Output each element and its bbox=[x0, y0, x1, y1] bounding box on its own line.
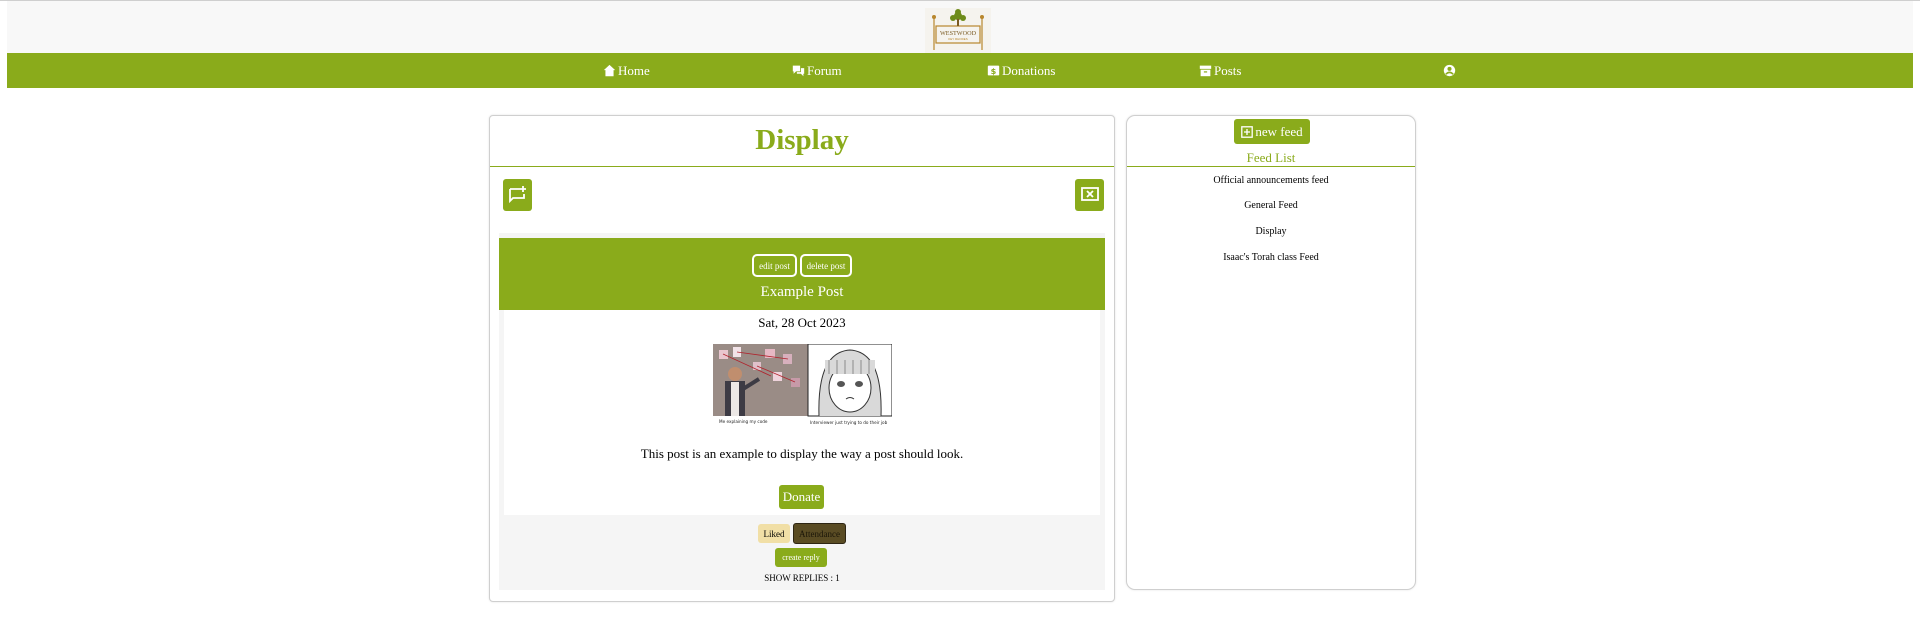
nav-donations-label: Donations bbox=[1002, 62, 1056, 78]
nav-forum[interactable]: Forum bbox=[792, 53, 842, 88]
feed-item-torah-class[interactable]: Isaac's Torah class Feed bbox=[1127, 252, 1415, 263]
forum-icon bbox=[792, 65, 805, 77]
logo-subtext: KEY RHODES bbox=[948, 37, 968, 41]
svg-text:$: $ bbox=[991, 66, 997, 76]
post-card: edit post delete post Example Post Sat, … bbox=[499, 233, 1105, 590]
new-feed-button[interactable]: new feed bbox=[1234, 119, 1310, 144]
add-post-icon bbox=[508, 186, 526, 204]
nav-profile[interactable] bbox=[1443, 53, 1456, 88]
attendance-label: Attendance bbox=[799, 528, 840, 539]
posts-icon bbox=[1199, 65, 1212, 77]
main-navbar: Home Forum $ Donations Posts bbox=[7, 53, 1913, 88]
home-icon bbox=[603, 64, 616, 77]
feed-list-divider bbox=[1127, 166, 1415, 167]
feed-panel: new feed Feed List Official announcement… bbox=[1126, 115, 1416, 590]
post-text: This post is an example to display the w… bbox=[640, 446, 964, 461]
page-title: Display bbox=[755, 124, 849, 156]
feed-list-title: Feed List bbox=[1246, 150, 1296, 165]
donate-button[interactable]: Donate bbox=[779, 485, 824, 509]
post-body: Sat, 28 Oct 2023 Me explaining my code I… bbox=[504, 310, 1100, 515]
title-divider bbox=[490, 166, 1114, 167]
post-date: Sat, 28 Oct 2023 bbox=[758, 315, 846, 330]
user-circle-icon bbox=[1443, 64, 1456, 77]
nav-home[interactable]: Home bbox=[603, 53, 650, 88]
feed-item-official-announcements[interactable]: Official announcements feed bbox=[1127, 175, 1415, 186]
plus-square-icon bbox=[1241, 125, 1254, 138]
nav-donations[interactable]: $ Donations bbox=[987, 53, 1055, 88]
show-replies-link[interactable]: SHOW REPLIES : 1 bbox=[499, 573, 1105, 583]
delete-post-button[interactable]: delete post bbox=[800, 254, 852, 277]
meme-caption-left: Me explaining my code bbox=[719, 419, 768, 424]
donations-icon: $ bbox=[987, 65, 1000, 76]
add-post-button[interactable] bbox=[503, 179, 532, 211]
feed-item-general[interactable]: General Feed bbox=[1127, 200, 1415, 211]
post-image[interactable]: Me explaining my code Interviewer just t… bbox=[713, 344, 892, 425]
nav-posts[interactable]: Posts bbox=[1199, 53, 1241, 88]
nav-home-label: Home bbox=[618, 62, 650, 78]
close-feed-icon bbox=[1080, 187, 1099, 201]
nav-posts-label: Posts bbox=[1214, 62, 1242, 78]
edit-post-button[interactable]: edit post bbox=[752, 254, 797, 277]
create-reply-button[interactable]: create reply bbox=[775, 548, 827, 567]
meme-caption-right: Interviewer just trying to do their job bbox=[810, 420, 888, 425]
nav-forum-label: Forum bbox=[807, 62, 842, 78]
post-title: Example Post bbox=[760, 284, 844, 300]
new-feed-label: new feed bbox=[1255, 123, 1303, 139]
logo-text: WESTWOOD bbox=[940, 30, 977, 37]
feed-item-display[interactable]: Display bbox=[1127, 226, 1415, 237]
close-feed-button[interactable] bbox=[1075, 179, 1104, 211]
liked-button[interactable]: Liked bbox=[758, 524, 790, 543]
westwood-logo[interactable]: WESTWOOD KEY RHODES bbox=[925, 8, 991, 53]
attendance-button[interactable]: Attendance bbox=[793, 523, 846, 544]
post-header: edit post delete post Example Post bbox=[499, 238, 1105, 310]
display-panel: Display edit post delete post Example Po… bbox=[489, 115, 1115, 602]
